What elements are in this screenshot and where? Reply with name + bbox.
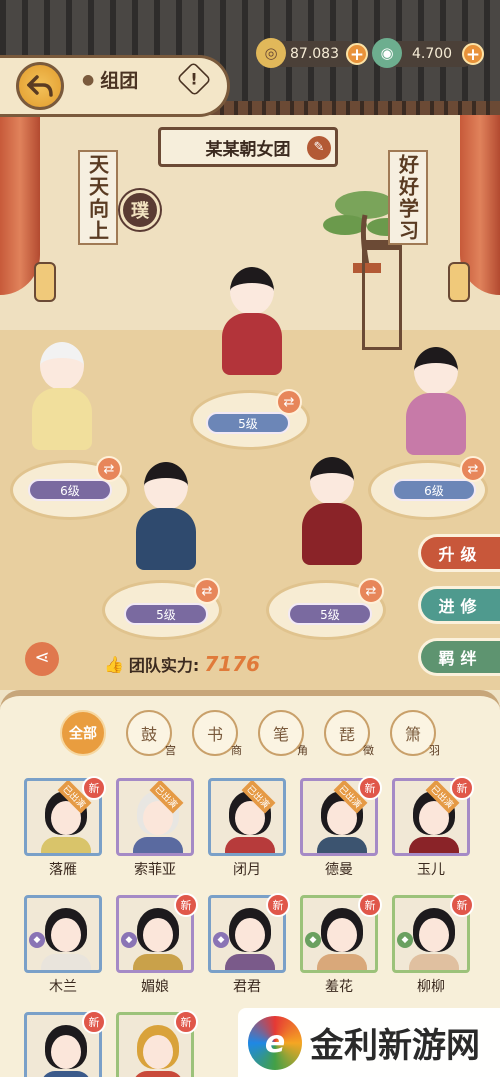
character-name: 德曼	[325, 862, 353, 878]
new-badge: 新	[358, 893, 382, 917]
edit-icon[interactable]: ✎	[307, 136, 331, 160]
add-jade-button[interactable]: +	[462, 43, 484, 65]
team-power-label: 团队实力:	[128, 656, 200, 675]
member-avatar-2[interactable]	[212, 255, 292, 385]
character-name: 羞花	[325, 979, 353, 995]
character-card[interactable]: 新 ◆ 羞花	[300, 893, 382, 996]
advance-button[interactable]: 进修	[418, 586, 500, 624]
character-card[interactable]: 新	[116, 1010, 198, 1077]
filter-tabs: 全部 鼓宫 书商 笔角 琵徵 箫羽	[60, 710, 440, 757]
member-avatar-1[interactable]	[22, 330, 102, 460]
filter-yu[interactable]: 箫羽	[390, 710, 440, 757]
location-label: 组团	[100, 70, 139, 92]
filter-jue[interactable]: 笔角	[258, 710, 308, 757]
character-card[interactable]: 新 已出演 落雁	[24, 776, 106, 879]
thumb-icon: 👍	[104, 654, 124, 674]
flute-icon: 箫	[404, 725, 421, 744]
filter-shang[interactable]: 书商	[192, 710, 242, 757]
book-icon: 书	[206, 725, 223, 744]
bond-button[interactable]: 羁绊	[418, 638, 500, 676]
character-name: 媚娘	[141, 979, 169, 995]
new-badge: 新	[174, 1010, 198, 1034]
filter-gong[interactable]: 鼓宫	[126, 710, 176, 757]
element-icon: ◆	[305, 932, 321, 948]
member-level-2: 5级	[206, 412, 290, 434]
character-card[interactable]: 新 ◆ 君君	[208, 893, 290, 996]
new-badge: 新	[82, 776, 106, 800]
character-name: 木兰	[49, 979, 77, 995]
watermark-logo: e	[248, 1015, 302, 1070]
swap-icon[interactable]: ⇄	[460, 456, 486, 482]
swap-icon[interactable]: ⇄	[96, 456, 122, 482]
character-name: 闭月	[233, 862, 261, 878]
right-scroll: 好好学习	[388, 150, 428, 245]
add-coins-button[interactable]: +	[346, 43, 368, 65]
character-card[interactable]: 新 已出演 德曼	[300, 776, 382, 879]
new-badge: 新	[82, 1010, 106, 1034]
character-card[interactable]: 新 ◆ 媚娘	[116, 893, 198, 996]
back-button[interactable]	[16, 62, 64, 110]
plant-stand	[362, 240, 402, 350]
character-card[interactable]: 已出演 索菲亚	[116, 778, 194, 879]
team-power-value: 7176	[204, 652, 260, 676]
swap-icon[interactable]: ⇄	[276, 389, 302, 415]
brush-icon: 笔	[272, 725, 289, 744]
element-icon: ◆	[121, 932, 137, 948]
group-name: 某某朝女团	[205, 139, 291, 160]
member-avatar-3[interactable]	[396, 335, 476, 465]
new-badge: 新	[450, 893, 474, 917]
group-name-banner: 某某朝女团 ✎	[158, 127, 338, 167]
help-label: !	[190, 69, 198, 89]
new-badge: 新	[358, 776, 382, 800]
character-name: 落雁	[49, 862, 77, 878]
jade-counter: ◉ 4.700 +	[372, 38, 484, 68]
lantern-icon	[448, 262, 470, 302]
character-card[interactable]: ◆ 木兰	[24, 895, 102, 996]
member-level-5: 5级	[288, 603, 372, 625]
character-card[interactable]: 新 ◆ 柳柳	[392, 893, 474, 996]
new-badge: 新	[450, 776, 474, 800]
character-name: 柳柳	[417, 979, 445, 995]
group-seal: 璞	[120, 190, 160, 230]
upgrade-button[interactable]: 升级	[418, 534, 500, 572]
coin-counter: ◎ 87.083 +	[256, 38, 368, 68]
coin-value: 87.083	[290, 46, 339, 62]
member-level-1: 6级	[28, 479, 112, 501]
character-name: 君君	[233, 979, 261, 995]
character-card[interactable]: 新 已出演 玉儿	[392, 776, 474, 879]
pipa-icon: 琵	[338, 725, 355, 744]
site-watermark: e 金利新游网	[238, 1008, 500, 1077]
team-power: 👍 团队实力: 7176	[104, 652, 260, 676]
watermark-text: 金利新游网	[310, 1026, 480, 1066]
character-name: 索菲亚	[134, 862, 176, 878]
element-icon: ◆	[213, 932, 229, 948]
element-icon: ◆	[397, 932, 413, 948]
member-level-3: 6级	[392, 479, 476, 501]
character-card[interactable]: 已出演 闭月	[208, 778, 286, 879]
back-arrow-icon	[27, 75, 53, 97]
swap-icon[interactable]: ⇄	[358, 578, 384, 604]
filter-zhi[interactable]: 琵徵	[324, 710, 374, 757]
coin-icon: ◎	[256, 38, 286, 68]
lantern-icon	[34, 262, 56, 302]
member-avatar-5[interactable]	[292, 445, 372, 575]
left-scroll: 天天向上	[78, 150, 118, 245]
new-badge: 新	[266, 893, 290, 917]
new-badge: 新	[174, 893, 198, 917]
jade-icon: ◉	[372, 38, 402, 68]
swap-icon[interactable]: ⇄	[194, 578, 220, 604]
character-card[interactable]: 新	[24, 1010, 106, 1077]
character-name: 玉儿	[417, 862, 445, 878]
filter-all[interactable]: 全部	[60, 710, 106, 756]
member-avatar-4[interactable]	[126, 450, 206, 580]
member-level-4: 5级	[124, 603, 208, 625]
element-icon: ◆	[29, 932, 45, 948]
drum-icon: 鼓	[140, 725, 157, 744]
jade-value: 4.700	[412, 46, 453, 62]
share-icon[interactable]: ⋖	[25, 642, 59, 676]
location-pin-icon: ●	[82, 71, 95, 88]
location: ● 组团	[82, 66, 138, 93]
